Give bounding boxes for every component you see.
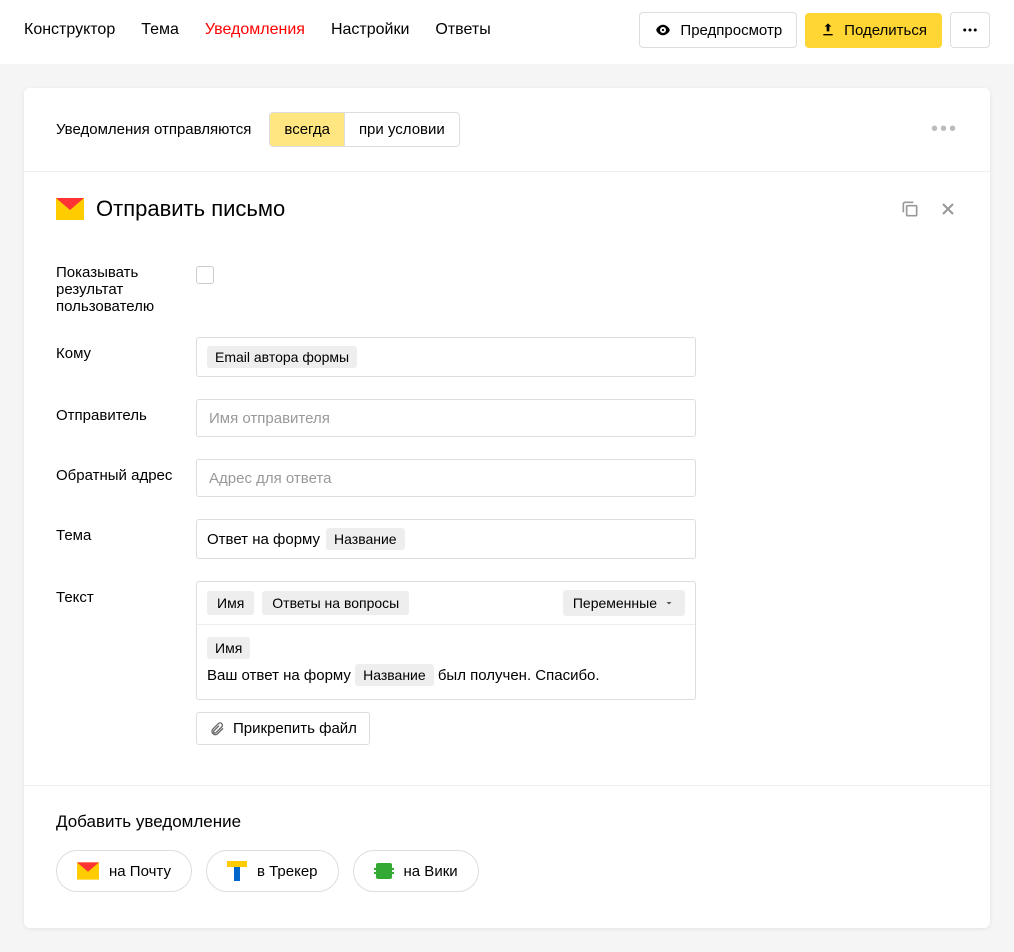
editor-body[interactable]: Имя Ваш ответ на форму Название был полу… [197,625,695,699]
eye-icon [654,21,672,39]
sender-input[interactable] [207,409,685,428]
dots-horizontal-icon [961,21,979,39]
more-button[interactable] [950,12,990,48]
nav-tab-0[interactable]: Конструктор [24,21,115,39]
to-row: Кому Email автора формы [56,337,958,377]
paperclip-icon [209,721,225,737]
sender-input-box[interactable] [196,399,696,437]
subject-row: Тема Ответ на форму Название [56,519,958,559]
toolbar-chip-answers[interactable]: Ответы на вопросы [262,591,409,615]
main-card: Уведомления отправляются всегдапри услов… [24,88,990,928]
show-result-row: Показывать результат пользователю [56,264,958,315]
nav-tab-4[interactable]: Ответы [435,21,490,39]
body-chip-name[interactable]: Имя [207,637,250,659]
add-wiki-label: на Вики [404,863,458,880]
body-row: Текст Имя Ответы на вопросы Переменные И… [56,581,958,745]
attach-label: Прикрепить файл [233,720,357,737]
condition-option-1[interactable]: при условии [344,113,459,146]
subject-text: Ответ на форму [207,531,320,548]
nav-tabs: Конструктор Тема Уведомления Настройки Ответ… [24,21,631,39]
to-label: Кому [56,337,196,362]
add-tracker-button[interactable]: в Трекер [206,850,339,892]
subject-input[interactable]: Ответ на форму Название [196,519,696,559]
reply-row: Обратный адрес [56,459,958,497]
wiki-icon [374,861,394,881]
add-notification-section: Добавить уведомление на Почту в Трекер н… [24,785,990,928]
copy-icon[interactable] [900,199,920,219]
body-text-after: был получен. Спасибо. [438,667,600,684]
add-tracker-label: в Трекер [257,863,318,880]
toolbar-chip-name[interactable]: Имя [207,591,254,615]
attach-file-button[interactable]: Прикрепить файл [196,712,370,745]
chevron-down-icon [663,597,675,609]
topbar: Конструктор Тема Уведомления Настройки Ответ… [0,0,1014,64]
action-header: Отправить письмо [24,172,990,234]
condition-label: Уведомления отправляются [56,121,251,138]
add-mail-label: на Почту [109,863,171,880]
nav-tab-2[interactable]: Уведомления [205,21,305,39]
show-result-label: Показывать результат пользователю [56,264,196,315]
add-mail-button[interactable]: на Почту [56,850,192,892]
variables-label: Переменные [573,595,657,611]
body-editor: Имя Ответы на вопросы Переменные Имя Ваш… [196,581,696,700]
close-icon[interactable] [938,199,958,219]
subject-chip[interactable]: Название [326,528,405,550]
action-title: Отправить письмо [96,196,285,222]
to-chip[interactable]: Email автора формы [207,346,357,368]
share-label: Поделиться [844,22,927,39]
preview-label: Предпросмотр [680,22,782,39]
to-input[interactable]: Email автора формы [196,337,696,377]
nav-tab-1[interactable]: Тема [141,21,179,39]
share-button[interactable]: Поделиться [805,13,942,48]
card-more-button[interactable]: ••• [931,118,958,141]
add-wiki-button[interactable]: на Вики [353,850,479,892]
add-buttons: на Почту в Трекер на Вики [56,850,958,892]
body-chip-title[interactable]: Название [355,664,434,686]
tracker-icon [227,861,247,881]
condition-option-0[interactable]: всегда [270,113,344,146]
condition-toggle: всегдапри условии [269,112,459,147]
preview-button[interactable]: Предпросмотр [639,12,797,48]
condition-row: Уведомления отправляются всегдапри услов… [24,88,990,172]
mail-icon [56,198,84,220]
add-notification-title: Добавить уведомление [56,812,958,832]
share-icon [820,22,836,38]
sender-row: Отправитель [56,399,958,437]
editor-toolbar: Имя Ответы на вопросы Переменные [197,582,695,625]
variables-button[interactable]: Переменные [563,590,685,616]
nav-tab-3[interactable]: Настройки [331,21,409,39]
show-result-checkbox[interactable] [196,266,214,284]
body-label: Текст [56,581,196,606]
reply-input-box[interactable] [196,459,696,497]
reply-input[interactable] [207,469,685,488]
form-area: Показывать результат пользователю Кому E… [24,234,990,785]
body-text-before: Ваш ответ на форму [207,667,351,684]
action-icons [900,199,958,219]
sender-label: Отправитель [56,399,196,424]
mail-icon [77,862,99,880]
subject-label: Тема [56,519,196,544]
reply-label: Обратный адрес [56,459,196,484]
